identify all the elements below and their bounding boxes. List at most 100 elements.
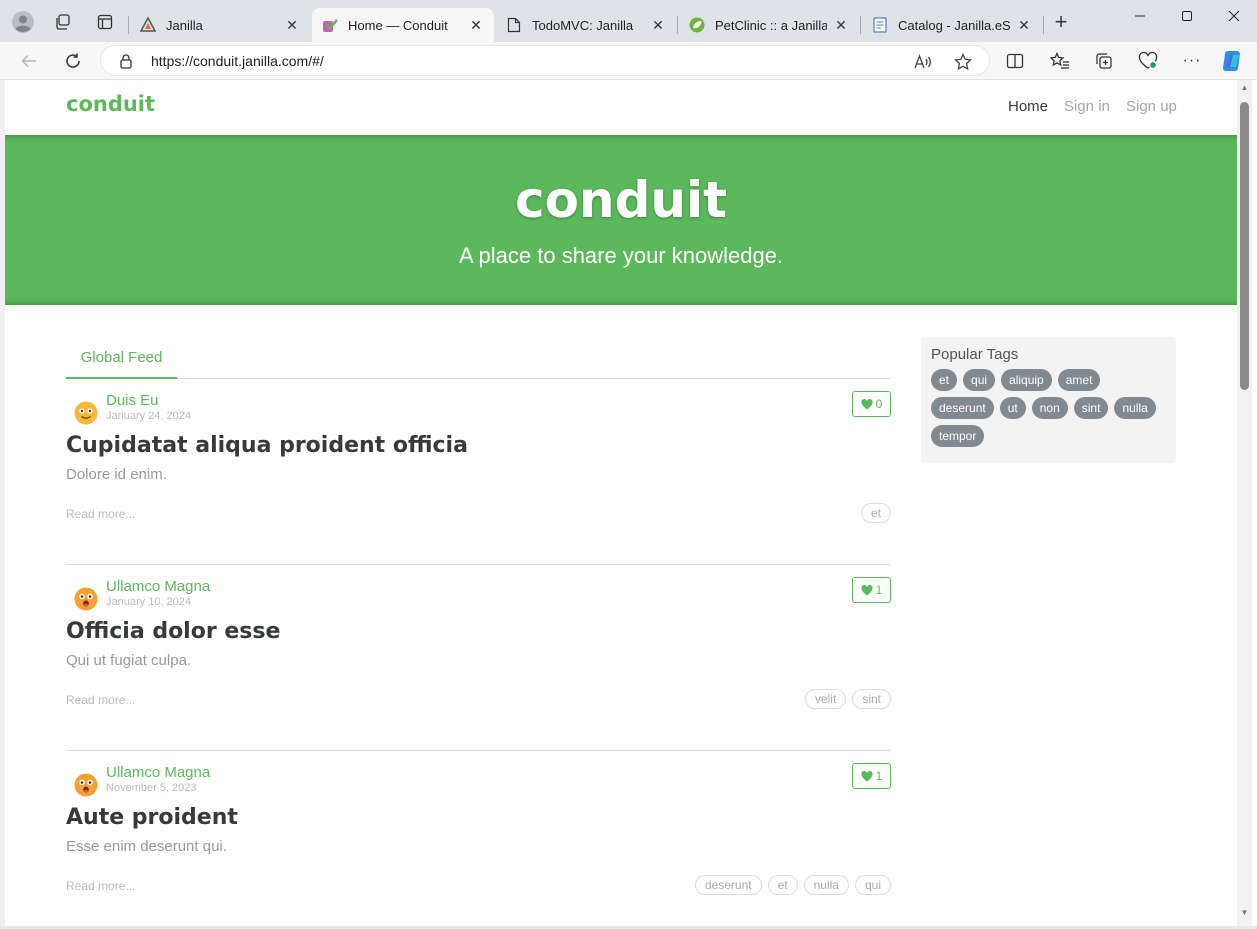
tag-cloud: et qui aliquip amet deserunt ut non sint…: [931, 369, 1166, 447]
minimize-icon[interactable]: [1117, 0, 1163, 32]
new-tab-icon[interactable]: +: [1049, 9, 1073, 34]
article-tag[interactable]: deserunt: [694, 875, 762, 895]
tag-pill[interactable]: non: [1031, 397, 1068, 419]
banner-title: conduit: [514, 171, 727, 229]
avatar[interactable]: [74, 773, 98, 797]
refresh-icon[interactable]: [59, 48, 87, 74]
lock-icon[interactable]: [119, 53, 133, 74]
author-link[interactable]: Ullamco Magna: [106, 764, 210, 781]
favorite-count: 1: [875, 769, 883, 783]
workspaces-icon[interactable]: [51, 10, 75, 34]
favorite-button[interactable]: 1: [852, 577, 891, 603]
favorite-star-icon[interactable]: [953, 52, 973, 72]
close-icon[interactable]: ✕: [650, 17, 666, 33]
tab-label: Janilla: [166, 17, 203, 33]
article-tag-list: deserunt et nulla qui: [694, 875, 891, 895]
scroll-up-icon[interactable]: ▲: [1240, 83, 1249, 92]
browser-tab-petclinic[interactable]: PetClinic :: a Janilla dem ✕: [679, 8, 859, 42]
page-favicon-icon: [506, 17, 522, 33]
article-description[interactable]: Dolore id enim.: [66, 466, 167, 483]
read-aloud-icon[interactable]: [913, 52, 933, 72]
tag-pill[interactable]: amet: [1057, 369, 1101, 391]
article-tag[interactable]: qui: [854, 875, 891, 895]
heart-icon: [861, 770, 873, 781]
favorite-count: 0: [875, 397, 883, 411]
split-screen-icon[interactable]: [1001, 48, 1029, 74]
article-tag[interactable]: nulla: [803, 875, 849, 895]
close-icon[interactable]: ✕: [1016, 17, 1032, 33]
browser-tab-eshop[interactable]: Catalog - Janilla.eShop ✕: [862, 8, 1042, 42]
favorite-button[interactable]: 1: [852, 763, 891, 789]
article-description[interactable]: Qui ut fugiat culpa.: [66, 652, 191, 669]
favorite-button[interactable]: 0: [852, 391, 891, 417]
article-date: January 24, 2024: [106, 410, 192, 422]
tag-pill[interactable]: qui: [963, 369, 996, 391]
read-more-link[interactable]: Read more...: [66, 693, 135, 707]
browser-tab-janilla[interactable]: Janilla ✕: [130, 8, 310, 42]
article-preview: Ullamco Magna January 10, 2024 1 Officia…: [66, 565, 891, 751]
close-icon[interactable]: ✕: [284, 17, 300, 33]
close-icon[interactable]: ✕: [833, 17, 849, 33]
article-tag[interactable]: sint: [852, 689, 891, 709]
hero-banner: conduit A place to share your knowledge.: [5, 135, 1237, 305]
article-description[interactable]: Esse enim deserunt qui.: [66, 838, 227, 855]
site-brand-link[interactable]: conduit: [66, 92, 155, 116]
page-viewport: conduit Home Sign in Sign up conduit A p…: [5, 80, 1237, 926]
nav-sign-up-link[interactable]: Sign up: [1126, 98, 1177, 115]
tab-label: Catalog - Janilla.eShop: [898, 17, 1010, 33]
url-text[interactable]: https://conduit.janilla.com/#/: [151, 53, 324, 69]
tag-pill[interactable]: deserunt: [931, 397, 994, 419]
sidebar-title: Popular Tags: [931, 346, 1019, 363]
copilot-icon[interactable]: [1219, 48, 1247, 74]
article-preview: Ullamco Magna November 5, 2023 1 Aute pr…: [66, 751, 891, 926]
author-link[interactable]: Duis Eu: [106, 392, 159, 409]
article-date: November 5, 2023: [106, 782, 197, 794]
nav-sign-in-link[interactable]: Sign in: [1064, 98, 1110, 115]
article-tag[interactable]: velit: [804, 689, 847, 709]
collections-icon[interactable]: [1090, 48, 1118, 74]
tab-label: Home — Conduit: [348, 17, 448, 33]
tab-label: PetClinic :: a Janilla dem: [715, 17, 827, 33]
profile-icon[interactable]: [11, 10, 35, 34]
article-title[interactable]: Officia dolor esse: [66, 619, 280, 644]
browser-tab-todomvc[interactable]: TodoMVC: Janilla ✕: [496, 8, 676, 42]
article-title[interactable]: Cupidatat aliqua proident officia: [66, 433, 468, 458]
browser-tab-conduit[interactable]: Home — Conduit ✕: [312, 8, 494, 42]
tag-pill[interactable]: aliquip: [1001, 369, 1052, 391]
author-link[interactable]: Ullamco Magna: [106, 578, 210, 595]
article-date: January 10, 2024: [106, 596, 192, 608]
popular-tags-sidebar: Popular Tags et qui aliquip amet deserun…: [921, 337, 1176, 463]
conduit-favicon-icon: [322, 17, 338, 33]
article-tag[interactable]: et: [767, 875, 798, 895]
tag-pill[interactable]: ut: [999, 397, 1026, 419]
page-scrollbar[interactable]: ▲ ▼: [1237, 80, 1252, 926]
favorites-icon[interactable]: [1046, 48, 1074, 74]
avatar[interactable]: [74, 401, 98, 425]
tag-pill[interactable]: nulla: [1114, 397, 1156, 419]
article-tag[interactable]: et: [860, 503, 891, 523]
tag-pill[interactable]: tempor: [931, 425, 985, 447]
nav-home-link[interactable]: Home: [1008, 98, 1048, 115]
article-preview: Duis Eu January 24, 2024 0 Cupidatat ali…: [66, 379, 891, 565]
address-bar[interactable]: https://conduit.janilla.com/#/: [100, 45, 990, 76]
spring-leaf-favicon-icon: [689, 17, 705, 33]
window-close-icon[interactable]: [1211, 0, 1257, 32]
scrollbar-thumb[interactable]: [1240, 102, 1249, 390]
site-navbar: conduit Home Sign in Sign up: [5, 80, 1237, 135]
tab-actions-icon[interactable]: [93, 10, 117, 34]
scroll-down-icon[interactable]: ▼: [1240, 908, 1249, 917]
feed-toggle: Global Feed: [66, 337, 891, 379]
back-icon[interactable]: [15, 48, 43, 74]
read-more-link[interactable]: Read more...: [66, 507, 135, 521]
tab-global-feed[interactable]: Global Feed: [66, 337, 177, 379]
more-menu-icon[interactable]: ···: [1178, 48, 1206, 74]
tag-pill[interactable]: sint: [1073, 397, 1109, 419]
avatar[interactable]: [74, 587, 98, 611]
read-more-link[interactable]: Read more...: [66, 879, 135, 893]
close-icon[interactable]: ✕: [468, 17, 484, 33]
tag-pill[interactable]: et: [931, 369, 958, 391]
article-title[interactable]: Aute proident: [66, 805, 238, 830]
browser-toolbar: https://conduit.janilla.com/#/ ···: [0, 42, 1257, 80]
maximize-icon[interactable]: [1164, 0, 1210, 32]
browser-essentials-icon[interactable]: [1134, 48, 1162, 74]
